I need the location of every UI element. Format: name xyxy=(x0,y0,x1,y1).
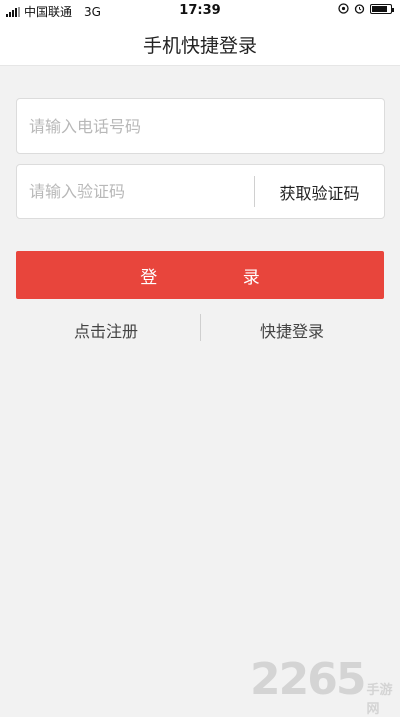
nav-bar: 手机快捷登录 xyxy=(0,20,400,66)
status-right xyxy=(338,3,394,14)
code-field-container: 获取验证码 xyxy=(16,164,385,219)
battery-icon xyxy=(370,3,394,14)
quick-login-link[interactable]: 快捷登录 xyxy=(192,318,392,342)
battery-fill xyxy=(372,5,388,12)
link-row: 点击注册 快捷登录 xyxy=(0,314,400,342)
phone-field-container xyxy=(16,98,385,154)
get-code-button[interactable]: 获取验证码 xyxy=(255,165,384,218)
verification-code-input[interactable] xyxy=(29,165,249,218)
alarm-icon xyxy=(354,4,365,14)
watermark-text: 手游网 xyxy=(366,683,393,717)
watermark-number: 2265 xyxy=(250,654,366,705)
location-icon xyxy=(338,3,349,14)
login-button[interactable]: 登 录 xyxy=(16,251,384,299)
phone-input[interactable] xyxy=(29,99,369,153)
status-bar: 中国联通 3G 17:39 xyxy=(0,0,400,20)
register-link[interactable]: 点击注册 xyxy=(6,318,206,342)
page-title: 手机快捷登录 xyxy=(142,35,257,57)
watermark-logo: 2265 手游网 xyxy=(250,654,400,717)
